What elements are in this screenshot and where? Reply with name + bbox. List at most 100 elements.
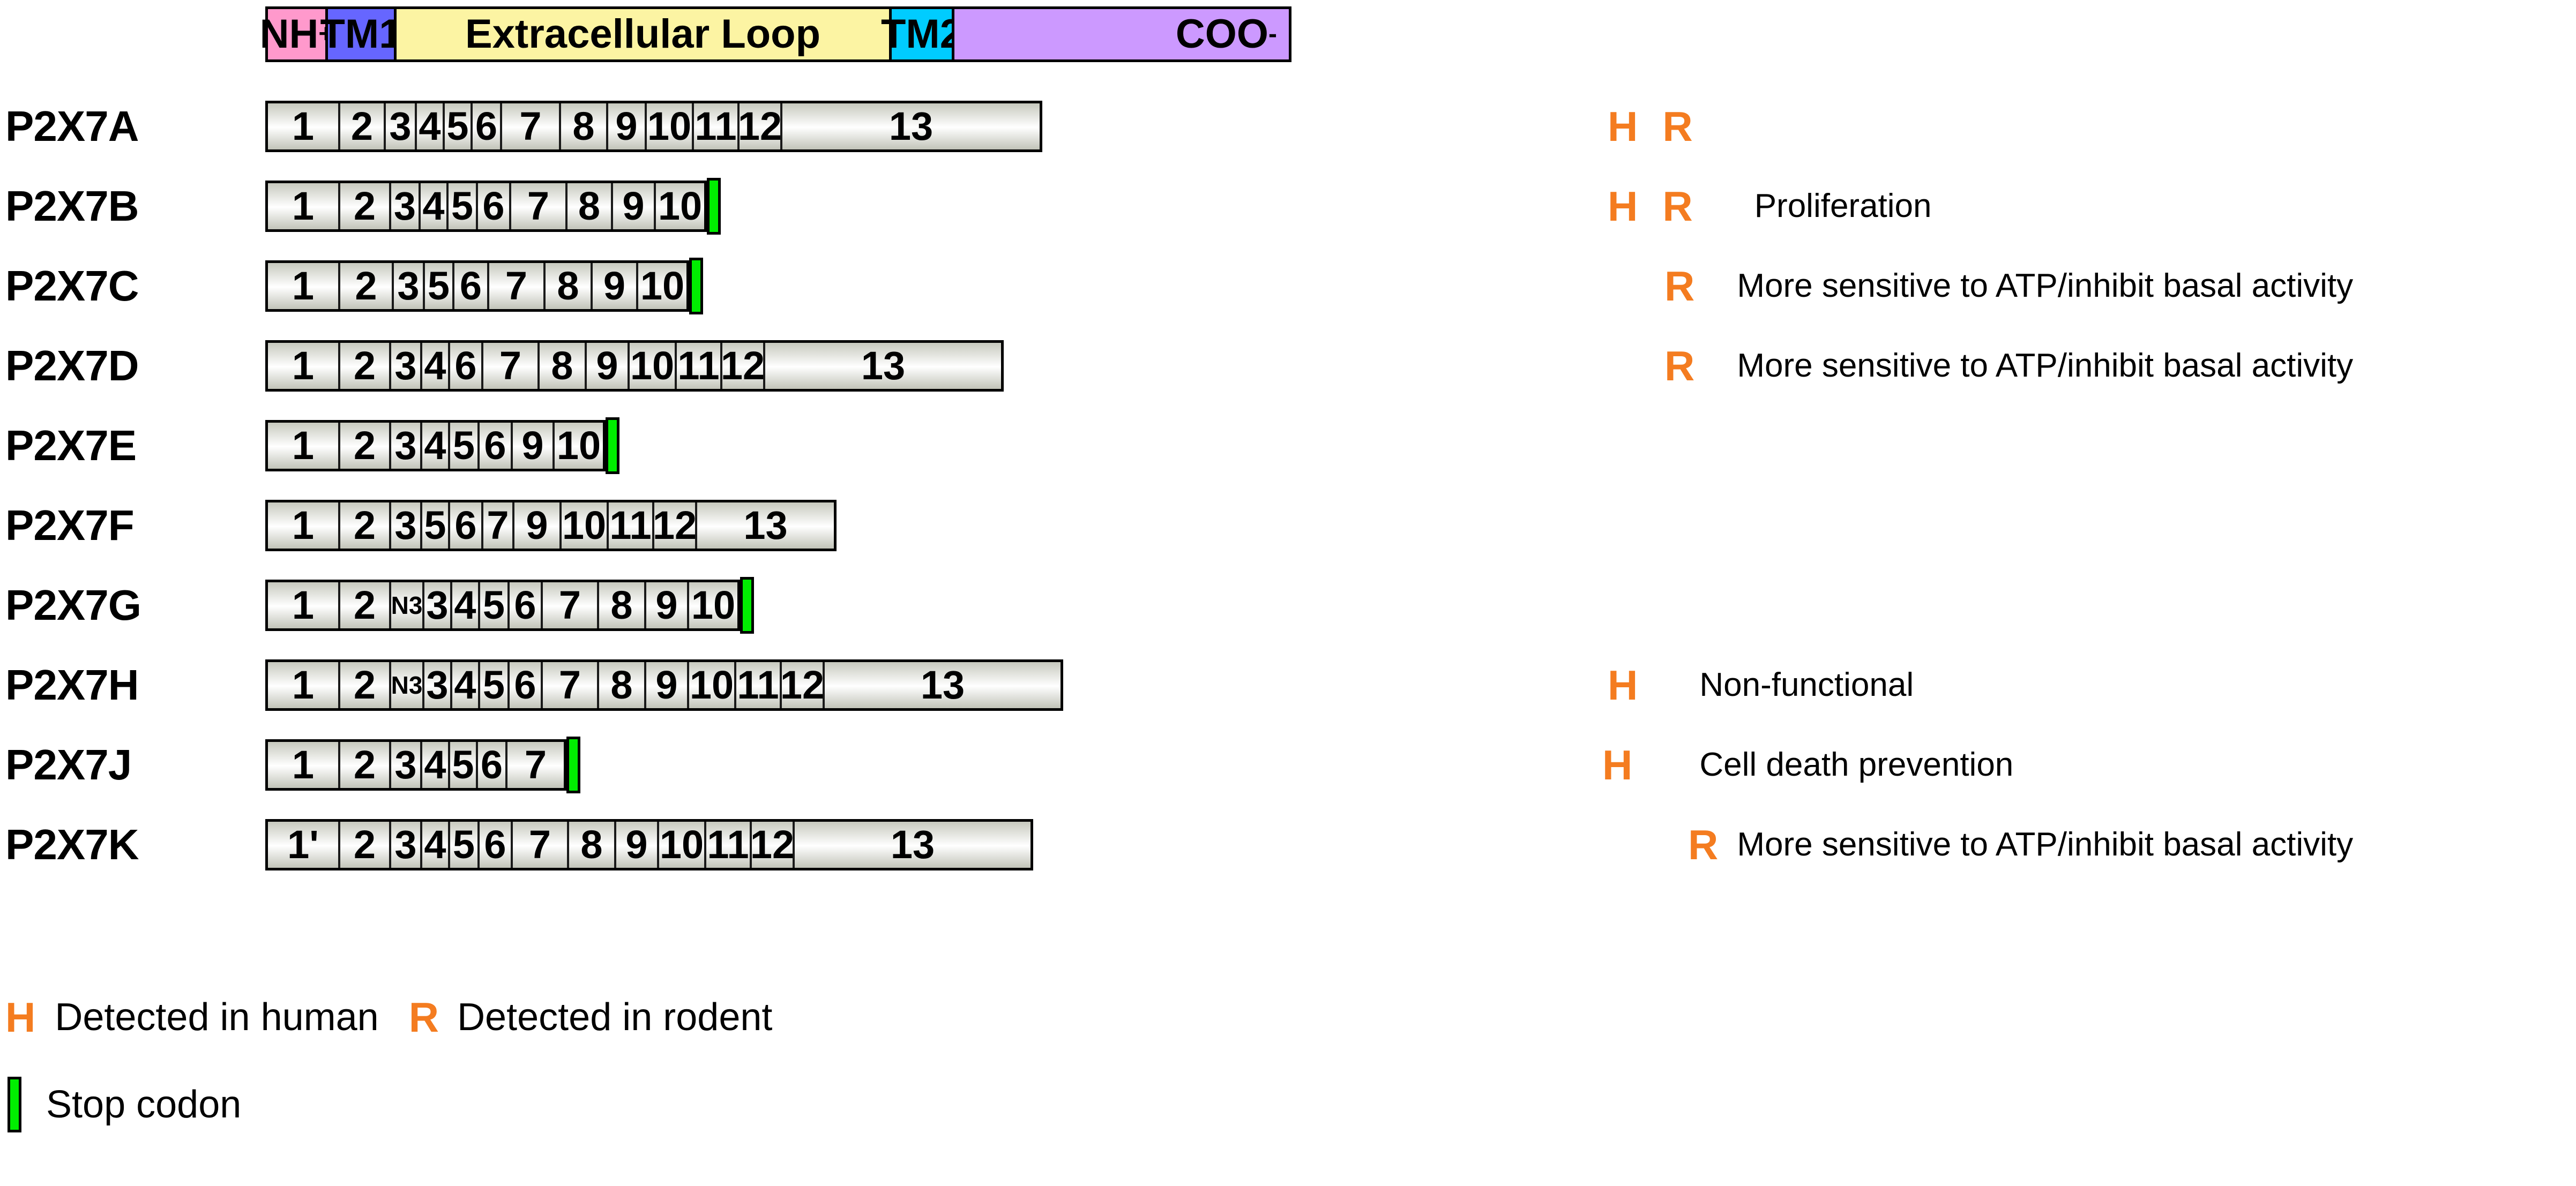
exon-box: 2 (340, 502, 391, 549)
exon-number: 13 (920, 663, 965, 707)
annotation-text: Non-functional (1699, 666, 1914, 703)
exon-track: 1' 2 3 4 5 6 7 8 9 10 11 12 13 (265, 819, 1033, 870)
exon-box: 8 (569, 822, 616, 868)
exon-number: 2 (353, 822, 376, 867)
exon-box: 6 (480, 822, 513, 868)
exon-box: 12 (750, 822, 795, 868)
exon-number: 2 (353, 742, 376, 787)
exon-box: 2 (340, 423, 391, 469)
exon-number: 1 (292, 264, 315, 308)
domain-label-n-terminus: NH (259, 11, 319, 57)
exon-box: 11 (677, 343, 722, 389)
exon-number: 12 (750, 822, 795, 867)
exon-number: 7 (528, 822, 551, 867)
exon-box: 6 (480, 423, 513, 469)
exon-box: 4 (422, 742, 450, 788)
exon-number: 9 (526, 503, 548, 547)
rodent-marker-icon: R (1662, 183, 1693, 230)
exon-box: 2 (340, 582, 391, 628)
exon-track: 1 2 3 4 5 6 9 10 (265, 420, 606, 471)
exon-number: 8 (551, 343, 573, 388)
exon-number: 3 (394, 822, 417, 867)
exon-box: 9 (514, 502, 562, 549)
exon-box: 2 (340, 183, 391, 229)
exon-number: 9 (625, 822, 648, 867)
exon-number: 12 (720, 343, 765, 388)
exon-number: 5 (427, 264, 450, 308)
exon-box: 5 (480, 662, 510, 708)
exon-number: 2 (353, 503, 376, 547)
exon-number: 3 (394, 503, 417, 547)
exon-box: 2 (340, 263, 394, 309)
human-marker-icon: H (5, 994, 36, 1041)
human-marker-icon: H (1608, 662, 1638, 709)
exon-box: 4 (422, 343, 450, 389)
domain-charge-c-terminus: - (1268, 20, 1277, 48)
exon-number: 5 (452, 742, 474, 787)
stop-codon-marker (740, 577, 754, 634)
exon-number: 6 (484, 822, 506, 867)
stop-codon-marker (566, 737, 580, 793)
exon-number: 3 (393, 184, 416, 228)
exon-box: 1 (268, 263, 340, 309)
exon-number: 10 (689, 663, 734, 707)
exon-number: 13 (861, 343, 906, 388)
exon-box: 3 (391, 502, 422, 549)
exon-number: 11 (737, 663, 779, 707)
isoform-row-p2x7e: P2X7E 1 2 3 4 5 6 9 10 (0, 417, 2576, 474)
stop-codon-marker (606, 417, 619, 474)
exon-box: 5 (449, 183, 478, 229)
exon-number: 3 (394, 343, 417, 388)
exon-number: 6 (482, 184, 505, 228)
exon-box: 12 (720, 343, 765, 389)
domain-segment-c-terminus: COO - (954, 9, 1289, 59)
exon-number: 2 (355, 264, 377, 308)
exon-number: 1 (292, 104, 315, 148)
domain-label-c-terminus: COO (1175, 11, 1269, 57)
exon-number: 8 (578, 184, 601, 228)
annotation-text: More sensitive to ATP/inhibit basal acti… (1737, 347, 2354, 384)
annotation-p2x7j: H Cell death prevention (1602, 739, 2013, 791)
exon-box: 7 (489, 263, 546, 309)
rodent-marker-icon: R (1664, 262, 1695, 310)
exon-box: 10 (555, 423, 603, 469)
exon-box: 7 (507, 742, 564, 788)
exon-box: 13 (825, 662, 1061, 708)
exon-box: 7 (511, 183, 568, 229)
exon-number: 5 (482, 663, 505, 707)
exon-number: 1 (292, 663, 315, 707)
exon-number: 5 (482, 583, 505, 627)
exon-box: 3 (424, 582, 452, 628)
annotation-p2x7a: HR (1608, 101, 1693, 152)
human-marker-icon: H (1608, 103, 1638, 150)
isoform-row-p2x7b: P2X7B 1 2 3 4 5 6 7 8 9 10 (0, 178, 2576, 235)
human-marker-icon: H (1602, 741, 1633, 789)
exon-box: 1' (268, 822, 340, 868)
exon-box: 10 (656, 183, 704, 229)
exon-box: 5 (450, 822, 480, 868)
exon-box: 8 (568, 183, 613, 229)
exon-number: 9 (655, 583, 678, 627)
exon-box: 6 (510, 582, 543, 628)
exon-box: 7 (543, 662, 599, 708)
exon-number: 3 (394, 423, 417, 468)
exon-number: 4 (424, 742, 446, 787)
exon-number: 7 (487, 503, 509, 547)
exon-number: 9 (596, 343, 618, 388)
exon-number: 4 (422, 184, 445, 228)
annotation-p2x7k: R More sensitive to ATP/inhibit basal act… (1688, 819, 2353, 870)
exon-number: 1 (292, 503, 315, 547)
exon-number: 11 (695, 104, 737, 148)
exon-number: 7 (558, 663, 581, 707)
exon-box: 9 (593, 263, 638, 309)
exon-box: 10 (647, 103, 694, 149)
exon-box: 4 (417, 103, 445, 149)
exon-number: 7 (524, 742, 547, 787)
exon-number: 6 (514, 583, 536, 627)
domain-segment-tm2: TM2 (881, 9, 962, 59)
exon-box: 4 (422, 423, 450, 469)
exon-box: 9 (646, 582, 689, 628)
isoform-row-p2x7j: P2X7J 1 2 3 4 5 6 7 (0, 737, 2576, 793)
exon-number: 2 (350, 104, 374, 148)
exon-box: 3 (424, 662, 452, 708)
